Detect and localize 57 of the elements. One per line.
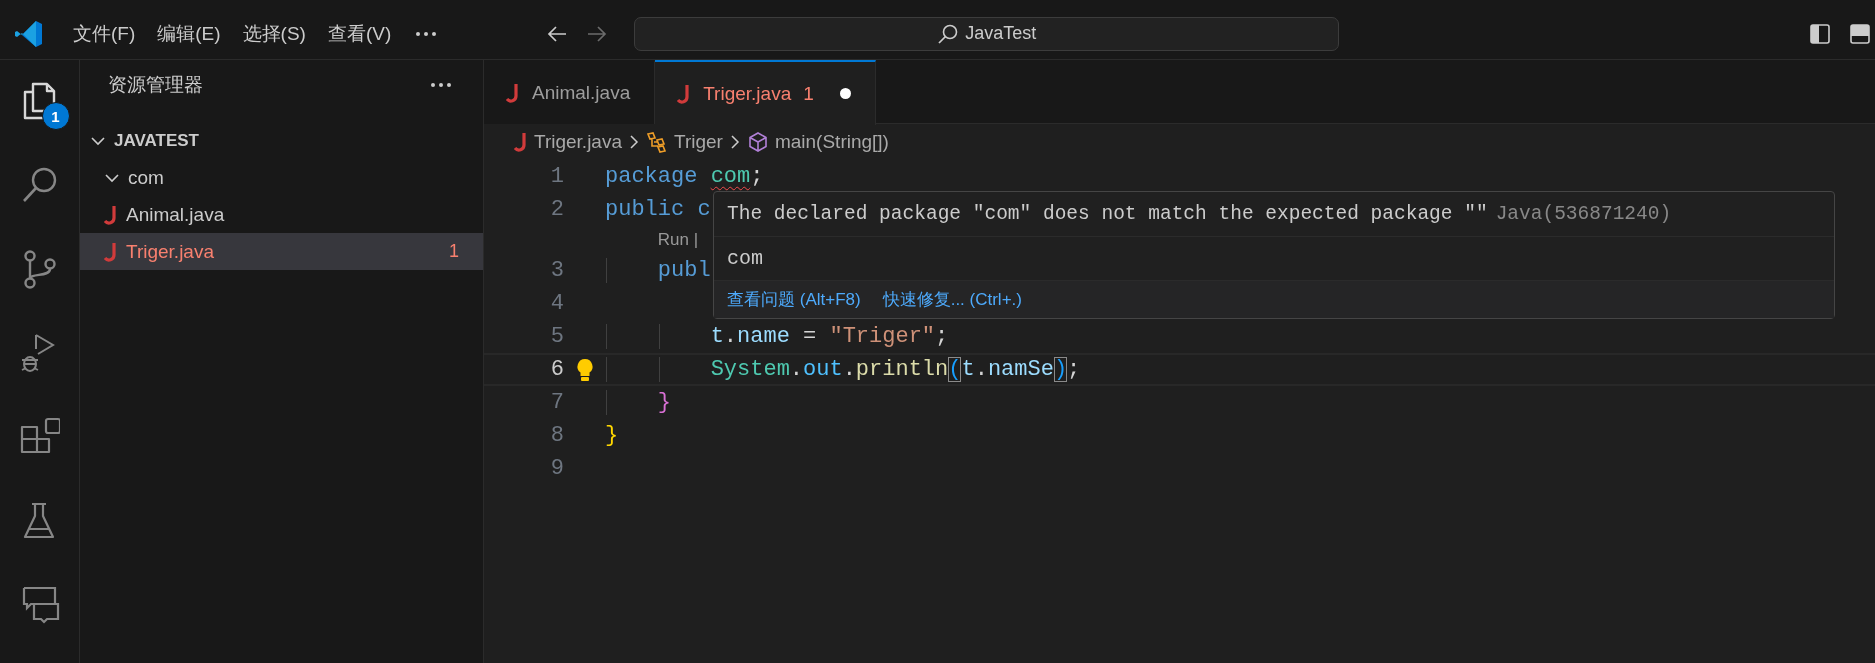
codelens-link[interactable]: Run |: [657, 230, 699, 250]
code-line: publ: [657, 258, 711, 283]
menu-item[interactable]: 查看(V): [316, 16, 403, 51]
java-file-icon: [506, 82, 520, 104]
code-line: System.out.println(t.namSe);: [710, 357, 1081, 382]
hover-action-link[interactable]: 查看问题 (Alt+F8): [727, 288, 861, 311]
line-number: 1: [549, 164, 564, 189]
class-icon: [646, 131, 668, 153]
line-number: 3: [549, 258, 564, 283]
line-number: 4: [549, 291, 564, 316]
folder-item[interactable]: com: [80, 159, 483, 196]
line-number: 2: [549, 197, 564, 222]
java-file-icon: [514, 131, 528, 153]
toggle-sidebar-icon[interactable]: [1809, 22, 1831, 45]
code-line: }: [657, 390, 671, 415]
more-icon[interactable]: [429, 81, 453, 89]
app-logo-icon: [14, 18, 44, 49]
code-line: public c: [605, 197, 711, 222]
java-file-icon: [104, 203, 118, 226]
count-badge: 1: [41, 102, 70, 130]
editor-tab[interactable]: Animal.java: [484, 60, 656, 124]
line-number: 5: [549, 324, 564, 349]
problem-message: The declared package "com" does not match the expected package "": [727, 203, 1488, 225]
symbol-detail: com: [727, 247, 763, 270]
chevron-right-icon: [628, 134, 640, 150]
workspace-item[interactable]: JAVATEST: [80, 122, 483, 159]
java-file-icon: [104, 240, 118, 263]
toggle-panel-icon[interactable]: [1849, 22, 1871, 45]
breadcrumb-item[interactable]: Triger: [646, 131, 723, 153]
hover-action-link[interactable]: 快速修复... (Ctrl+.): [882, 288, 1022, 311]
problem-count: 1: [803, 82, 814, 105]
editor-tab[interactable]: Triger.java 1: [655, 60, 876, 125]
menu-item[interactable]: 编辑(E): [146, 16, 232, 51]
code-line: }: [605, 423, 619, 448]
more-icon[interactable]: [414, 29, 439, 38]
line-number: 7: [549, 390, 564, 415]
lightbulb-icon[interactable]: [575, 357, 594, 382]
code-line: t.name = "Triger";: [710, 324, 949, 349]
menu-item[interactable]: 选择(S): [231, 16, 317, 51]
line-number: 9: [549, 456, 564, 481]
menu-item[interactable]: 文件(F): [62, 16, 147, 51]
command-center-search[interactable]: JavaTest: [634, 16, 1340, 51]
problem-source: Java(536871240): [1495, 203, 1672, 225]
file-item[interactable]: Animal.java: [80, 196, 483, 233]
problem-count: 1: [449, 241, 459, 262]
java-file-icon: [677, 82, 692, 105]
cube-icon: [746, 131, 769, 153]
breadcrumb-item[interactable]: main(String[]): [746, 131, 889, 153]
line-number: 8: [549, 423, 564, 448]
code-line: package com;: [605, 164, 764, 189]
line-number: 6: [549, 357, 564, 382]
chevron-right-icon: [728, 134, 741, 150]
search-icon: [937, 22, 960, 45]
explorer-view-button[interactable]: 1: [9, 72, 70, 130]
sidebar-title: 资源管理器: [108, 73, 203, 97]
file-item[interactable]: Triger.java 1: [80, 233, 483, 270]
breadcrumb-item[interactable]: Triger.java: [514, 131, 622, 153]
